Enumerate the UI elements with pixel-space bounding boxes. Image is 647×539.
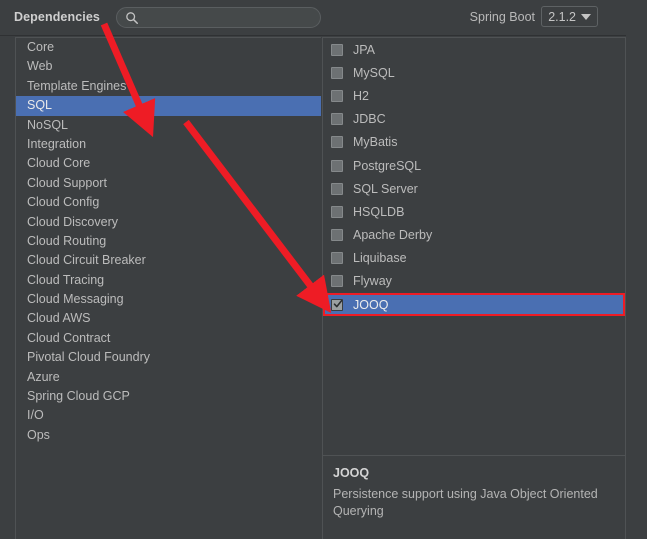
checkbox-jooq[interactable] (331, 298, 343, 311)
category-item-cloud-messaging[interactable]: Cloud Messaging (16, 290, 321, 309)
dependency-item-postgresql[interactable]: PostgreSQL (323, 154, 625, 177)
dependency-item-liquibase[interactable]: Liquibase (323, 247, 625, 270)
dependency-label: JDBC (353, 112, 386, 127)
dependency-label: Apache Derby (353, 228, 433, 243)
dependency-item-mybatis[interactable]: MyBatis (323, 131, 625, 154)
checkbox-mysql[interactable] (331, 66, 343, 79)
spring-boot-label: Spring Boot (469, 10, 535, 24)
checkbox-jdbc[interactable] (331, 113, 343, 126)
category-item-cloud-tracing[interactable]: Cloud Tracing (16, 271, 321, 290)
category-item-azure[interactable]: Azure (16, 368, 321, 387)
category-item-template-engines[interactable]: Template Engines (16, 77, 321, 96)
category-item-pivotal-cloud-foundry[interactable]: Pivotal Cloud Foundry (16, 348, 321, 367)
checkbox-h2[interactable] (331, 89, 343, 102)
checkbox-flyway[interactable] (331, 275, 343, 288)
right-rail (626, 0, 647, 539)
category-item-web[interactable]: Web (16, 57, 321, 76)
category-item-nosql[interactable]: NoSQL (16, 116, 321, 135)
checkbox-mybatis[interactable] (331, 136, 343, 149)
dependency-item-h2[interactable]: H2 (323, 84, 625, 107)
category-item-core[interactable]: Core (16, 38, 321, 57)
checkbox-apache-derby[interactable] (331, 229, 343, 242)
category-item-cloud-aws[interactable]: Cloud AWS (16, 309, 321, 328)
dependency-item-jdbc[interactable]: JDBC (323, 108, 625, 131)
dependency-item-jooq[interactable]: JOOQ (323, 293, 625, 317)
checkbox-jpa[interactable] (331, 43, 343, 56)
dependency-label: SQL Server (353, 181, 418, 196)
dependencies-dialog: Dependencies Spring Boot 2.1.2 Core Web … (0, 0, 647, 539)
category-item-integration[interactable]: Integration (16, 135, 321, 154)
dependency-label: MySQL (353, 65, 395, 80)
description-panel: JOOQ Persistence support using Java Obje… (322, 455, 626, 539)
category-item-cloud-circuit-breaker[interactable]: Cloud Circuit Breaker (16, 251, 321, 270)
category-item-spring-cloud-gcp[interactable]: Spring Cloud GCP (16, 387, 321, 406)
dependency-label: Flyway (353, 274, 392, 289)
dependency-label: HSQLDB (353, 204, 405, 219)
dependency-label: PostgreSQL (353, 158, 422, 173)
checkbox-sql-server[interactable] (331, 182, 343, 195)
dependency-label: JPA (353, 42, 375, 57)
search-input[interactable] (143, 9, 317, 28)
chevron-down-icon (581, 13, 591, 20)
category-item-cloud-discovery[interactable]: Cloud Discovery (16, 213, 321, 232)
checkbox-liquibase[interactable] (331, 252, 343, 265)
dependency-label: JOOQ (353, 297, 389, 312)
category-item-cloud-core[interactable]: Cloud Core (16, 154, 321, 173)
dependency-item-sql-server[interactable]: SQL Server (323, 177, 625, 200)
check-icon (333, 299, 343, 308)
dependency-label: MyBatis (353, 135, 398, 150)
category-item-cloud-contract[interactable]: Cloud Contract (16, 329, 321, 348)
dependency-item-hsqldb[interactable]: HSQLDB (323, 200, 625, 223)
category-item-io[interactable]: I/O (16, 406, 321, 425)
checkbox-hsqldb[interactable] (331, 205, 343, 218)
dependency-label: H2 (353, 88, 369, 103)
spring-boot-version-value: 2.1.2 (548, 9, 576, 24)
dependency-item-flyway[interactable]: Flyway (323, 270, 625, 293)
dependency-label: Liquibase (353, 251, 407, 266)
description-title: JOOQ (333, 466, 370, 480)
description-text: Persistence support using Java Object Or… (333, 487, 598, 518)
dialog-header: Dependencies Spring Boot 2.1.2 (0, 0, 647, 36)
search-icon (126, 12, 138, 24)
dependency-list[interactable]: JPA MySQL H2 JDBC MyBatis PostgreSQL SQL… (322, 37, 626, 455)
category-item-cloud-routing[interactable]: Cloud Routing (16, 232, 321, 251)
category-item-cloud-support[interactable]: Cloud Support (16, 174, 321, 193)
checkbox-postgresql[interactable] (331, 159, 343, 172)
search-box[interactable] (116, 7, 321, 28)
category-item-sql[interactable]: SQL (16, 96, 321, 116)
dependency-item-apache-derby[interactable]: Apache Derby (323, 224, 625, 247)
category-item-cloud-config[interactable]: Cloud Config (16, 193, 321, 212)
category-item-ops[interactable]: Ops (16, 426, 321, 445)
dependency-item-mysql[interactable]: MySQL (323, 61, 625, 84)
page-title: Dependencies (14, 10, 100, 24)
category-list[interactable]: Core Web Template Engines SQL NoSQL Inte… (15, 37, 321, 539)
dependency-item-jpa[interactable]: JPA (323, 38, 625, 61)
spring-boot-version-select[interactable]: 2.1.2 (541, 6, 598, 27)
